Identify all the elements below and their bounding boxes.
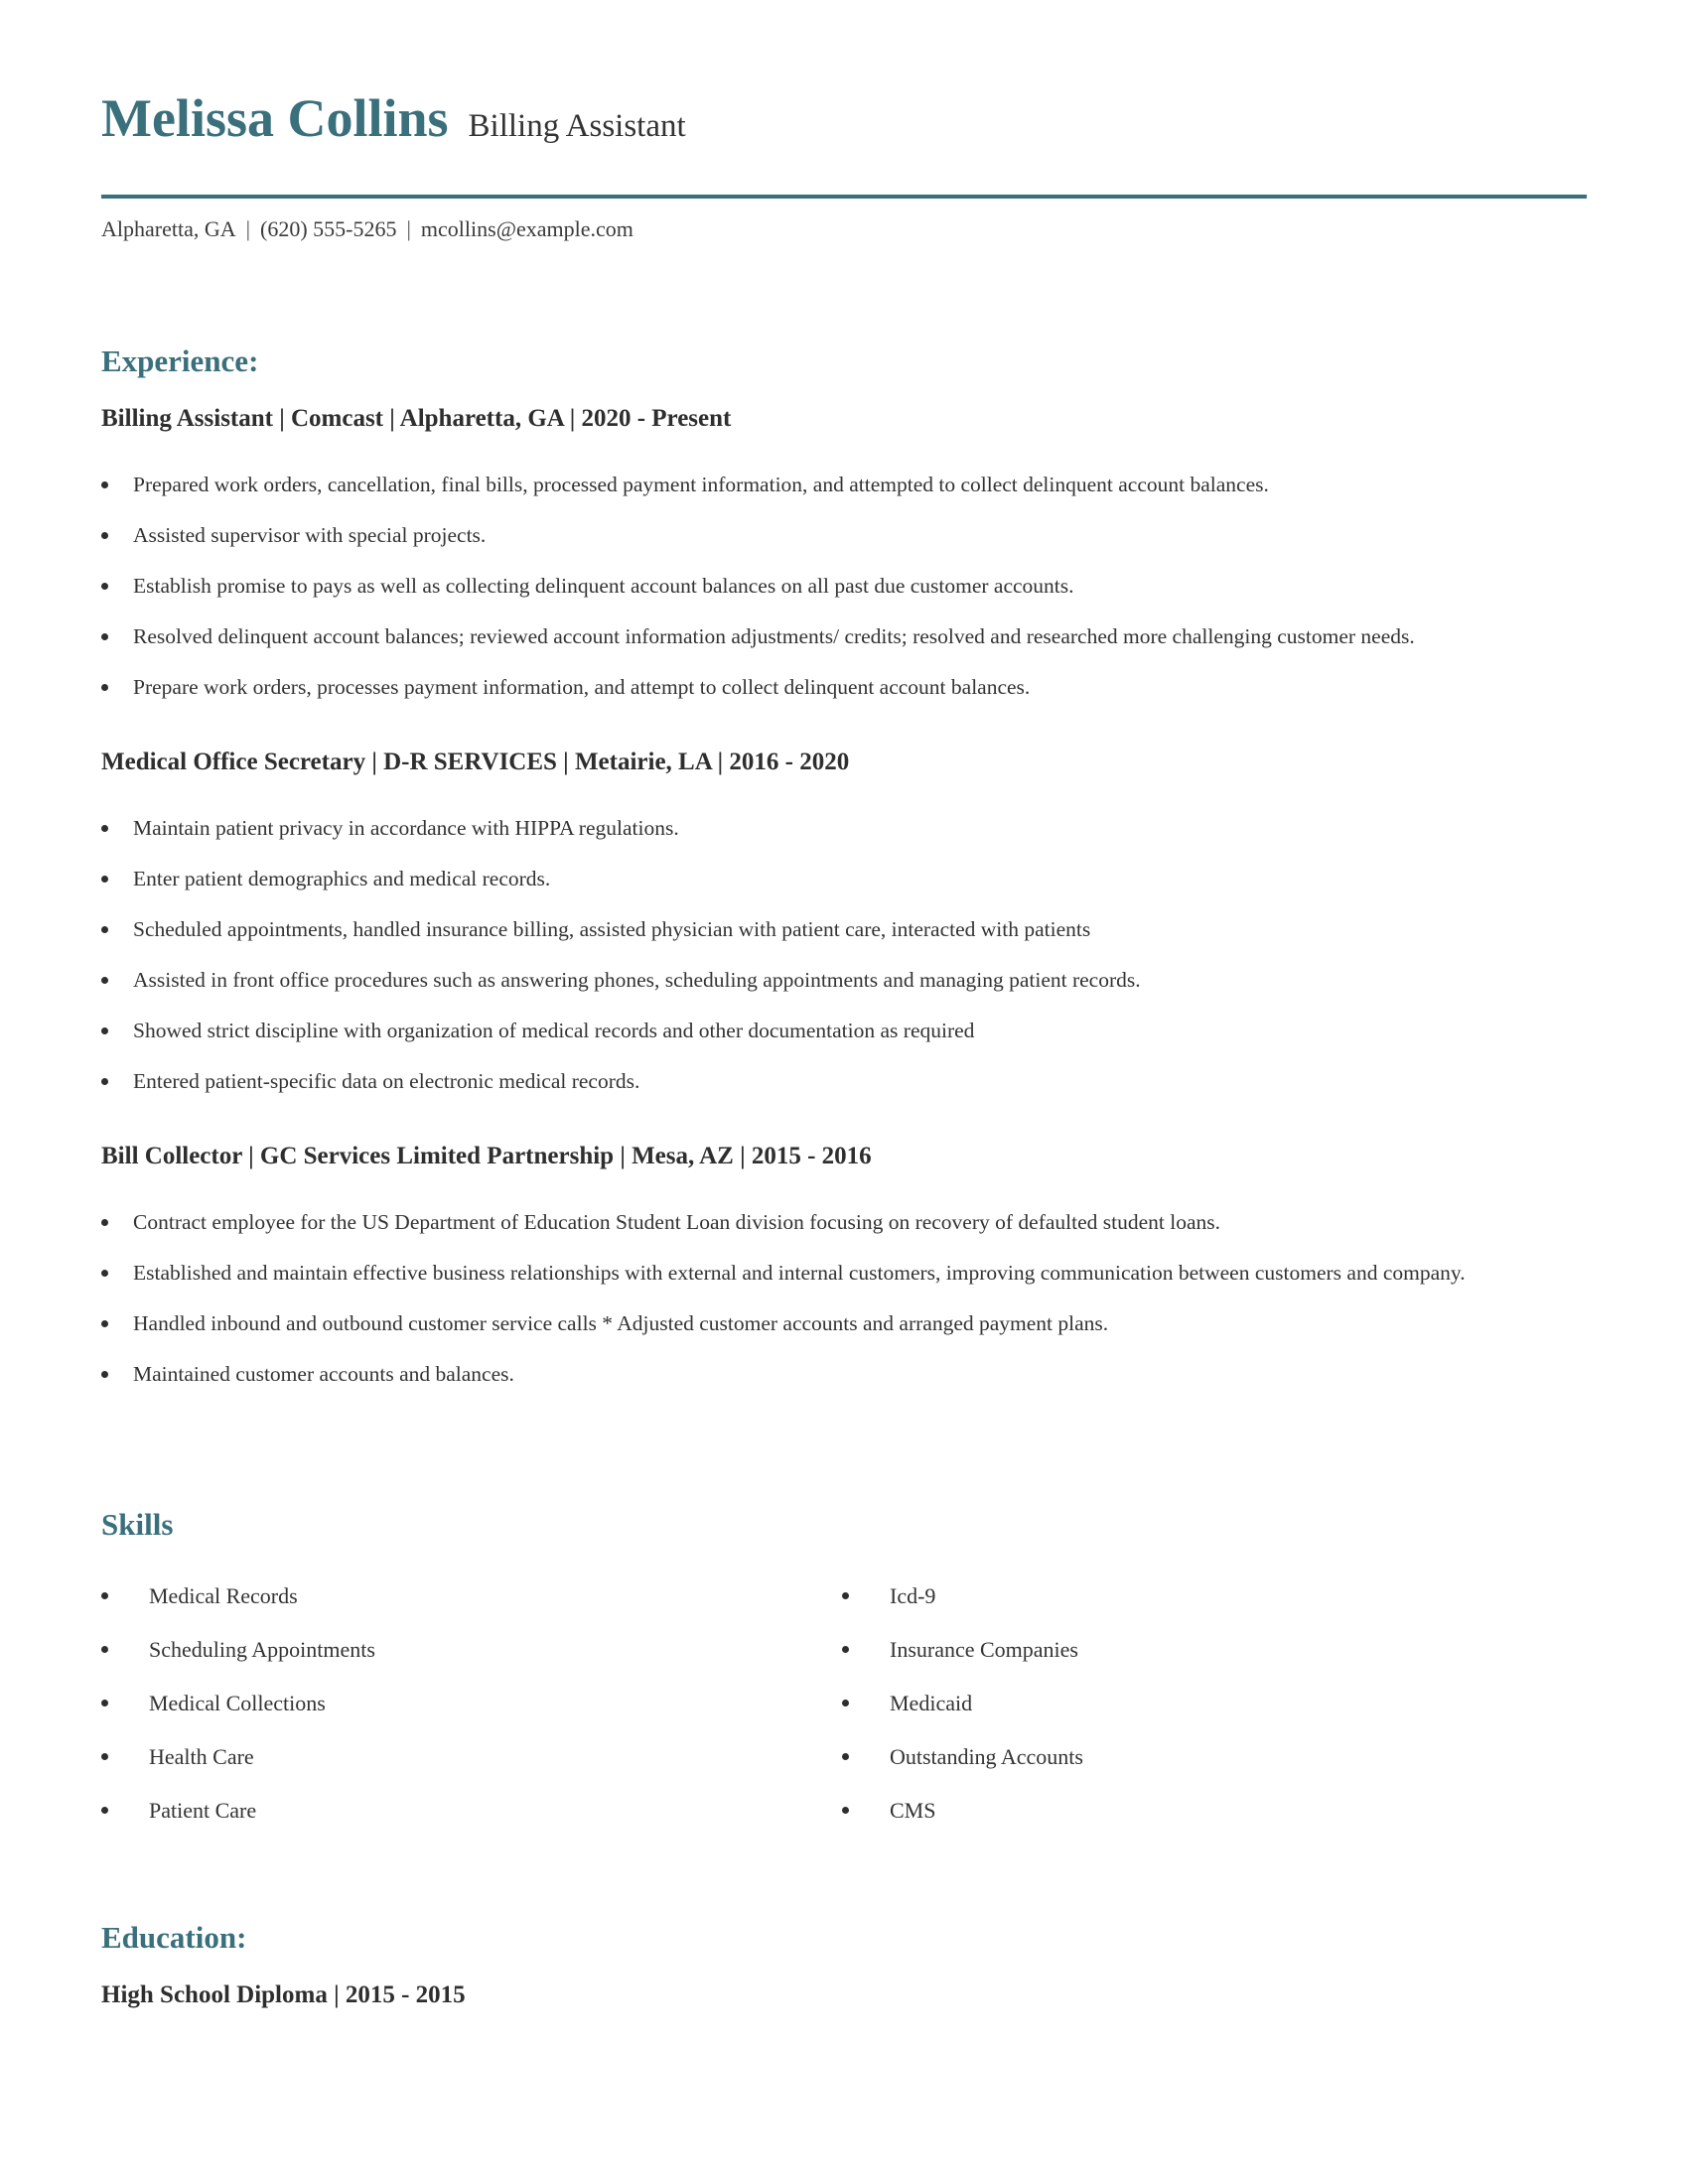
bullet-icon — [101, 1270, 108, 1277]
list-item: Prepared work orders, cancellation, fina… — [101, 468, 1587, 502]
job-heading: Medical Office Secretary | D-R SERVICES … — [101, 749, 850, 775]
bullet-icon — [101, 1078, 108, 1085]
skill-item: Patient Care — [101, 1796, 796, 1849]
skill-item: Medical Records — [101, 1581, 796, 1635]
candidate-name: Melissa Collins — [101, 88, 449, 148]
list-item: Maintained customer accounts and balance… — [101, 1357, 1587, 1392]
list-item: Established and maintain effective busin… — [101, 1256, 1587, 1291]
bullet-icon — [842, 1700, 849, 1706]
bullet-icon — [101, 532, 108, 539]
bullet-icon — [842, 1753, 849, 1760]
list-item: Contract employee for the US Department … — [101, 1205, 1587, 1240]
candidate-role: Billing Assistant — [468, 108, 686, 144]
bullet-icon — [101, 1646, 108, 1653]
education-heading: Education: — [101, 1920, 247, 1955]
skill-item: CMS — [842, 1796, 1537, 1849]
skill-item: Medicaid — [842, 1689, 1537, 1742]
contact-phone: (620) 555-5265 — [260, 216, 397, 241]
bullet-icon — [101, 876, 108, 883]
list-item: Resolved delinquent account balances; re… — [101, 619, 1587, 654]
bullet-icon — [101, 926, 108, 933]
header-divider — [101, 195, 1587, 199]
list-item: Entered patient-specific data on electro… — [101, 1064, 1587, 1099]
list-item: Scheduled appointments, handled insuranc… — [101, 912, 1587, 947]
bullet-icon — [101, 583, 108, 590]
skills-list-left: Medical Records Scheduling Appointments … — [101, 1581, 796, 1849]
bullet-icon — [842, 1592, 849, 1599]
bullet-icon — [101, 633, 108, 640]
contact-location: Alpharetta, GA — [101, 216, 236, 241]
job-bullets: Prepared work orders, cancellation, fina… — [101, 468, 1587, 721]
skills-heading: Skills — [101, 1507, 174, 1542]
job-bullets: Contract employee for the US Department … — [101, 1205, 1587, 1408]
list-item: Assisted supervisor with special project… — [101, 518, 1587, 553]
skills-list-right: Icd-9 Insurance Companies Medicaid Outst… — [842, 1581, 1537, 1849]
resume-header: Melissa Collins Billing Assistant — [101, 87, 686, 149]
contact-email: mcollins@example.com — [420, 216, 633, 241]
bullet-icon — [101, 1592, 108, 1599]
job-heading: Billing Assistant | Comcast | Alpharetta… — [101, 405, 732, 432]
bullet-icon — [101, 825, 108, 832]
bullet-icon — [101, 1027, 108, 1034]
contact-separator: | — [245, 216, 251, 241]
list-item: Handled inbound and outbound customer se… — [101, 1306, 1587, 1341]
skill-item: Scheduling Appointments — [101, 1635, 796, 1689]
list-item: Establish promise to pays as well as col… — [101, 569, 1587, 604]
bullet-icon — [101, 1320, 108, 1327]
contact-separator: | — [406, 216, 411, 241]
contact-line: Alpharetta, GA | (620) 555-5265 | mcollins@e… — [101, 216, 633, 242]
job-bullets: Maintain patient privacy in accordance w… — [101, 811, 1587, 1115]
bullet-icon — [101, 1700, 108, 1706]
bullet-icon — [101, 684, 108, 691]
job-heading: Bill Collector | GC Services Limited Par… — [101, 1143, 872, 1169]
list-item: Maintain patient privacy in accordance w… — [101, 811, 1587, 846]
bullet-icon — [101, 481, 108, 488]
education-entry: High School Diploma | 2015 - 2015 — [101, 1981, 466, 2008]
skill-item: Health Care — [101, 1742, 796, 1796]
list-item: Prepare work orders, processes payment i… — [101, 670, 1587, 705]
skill-item: Insurance Companies — [842, 1635, 1537, 1689]
list-item: Assisted in front office procedures such… — [101, 963, 1587, 998]
list-item: Showed strict discipline with organizati… — [101, 1014, 1587, 1048]
skill-item: Outstanding Accounts — [842, 1742, 1537, 1796]
bullet-icon — [842, 1807, 849, 1814]
skill-item: Medical Collections — [101, 1689, 796, 1742]
skill-item: Icd-9 — [842, 1581, 1537, 1635]
bullet-icon — [101, 1371, 108, 1378]
bullet-icon — [101, 977, 108, 984]
bullet-icon — [101, 1807, 108, 1814]
list-item: Enter patient demographics and medical r… — [101, 862, 1587, 896]
bullet-icon — [101, 1219, 108, 1226]
bullet-icon — [101, 1753, 108, 1760]
bullet-icon — [842, 1646, 849, 1653]
experience-heading: Experience: — [101, 343, 259, 378]
